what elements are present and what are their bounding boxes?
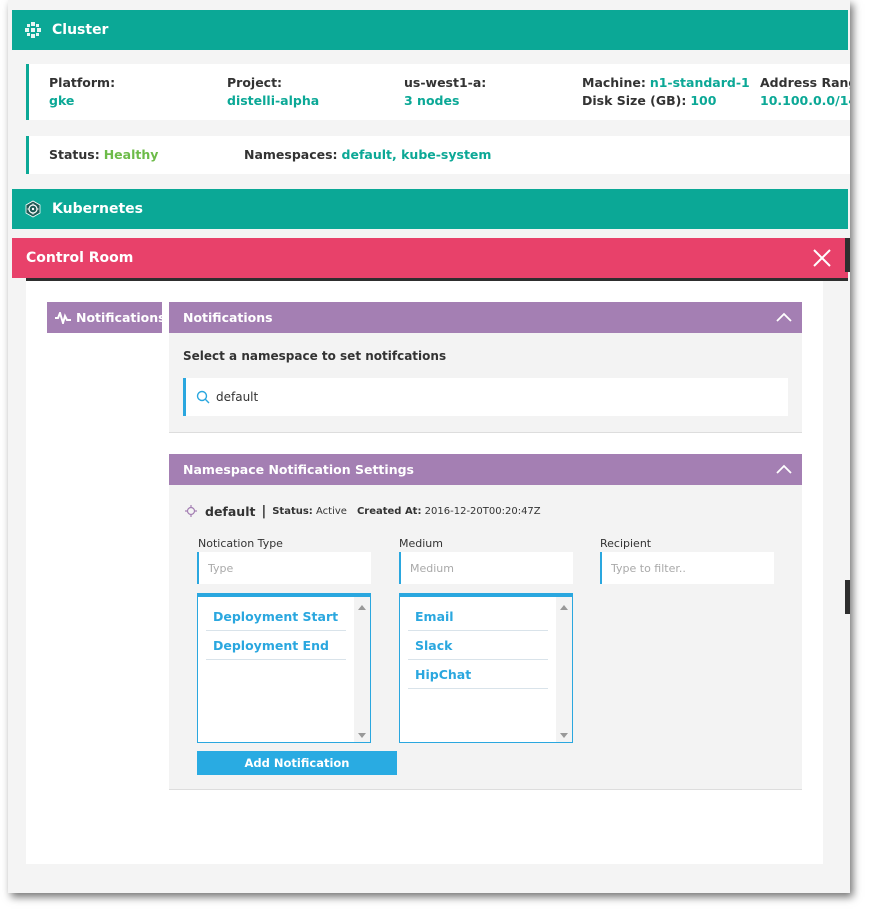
zone-label: us-west1-a:	[404, 75, 487, 90]
namespace-summary: default | Status: Active Created At: 201…	[185, 502, 541, 521]
search-icon	[196, 390, 210, 404]
notification-type-input[interactable]	[208, 561, 363, 575]
zone-field: us-west1-a: 3 nodes	[404, 74, 486, 110]
notification-type-label: Notication Type	[198, 537, 283, 550]
platform-field: Platform: gke	[49, 74, 115, 110]
crosshair-icon	[185, 502, 197, 521]
disk-label: Disk Size (GB):	[582, 93, 687, 108]
cluster-status-card: Status: Healthy Namespaces: default, kub…	[26, 136, 850, 174]
namespace-search[interactable]	[183, 378, 788, 416]
scroll-down-icon[interactable]	[560, 733, 568, 738]
medium-list[interactable]: Email Slack HipChat	[399, 593, 573, 743]
right-edge-handle	[845, 238, 850, 272]
medium-label: Medium	[399, 537, 443, 550]
notifications-panel-title: Notifications	[183, 310, 273, 325]
pulse-icon	[55, 311, 71, 324]
notification-type-filter[interactable]	[197, 552, 371, 584]
namespaces-value: default, kube-system	[341, 147, 492, 162]
platform-value: gke	[49, 93, 75, 108]
medium-filter[interactable]	[399, 552, 573, 584]
status-field: Status: Healthy	[49, 146, 158, 164]
zone-value: 3 nodes	[404, 93, 460, 108]
machine-label: Machine:	[582, 75, 646, 90]
namespace-settings-title: Namespace Notification Settings	[183, 462, 414, 477]
address-field: Address Range 10.100.0.0/14	[760, 74, 850, 110]
scroll-down-icon[interactable]	[358, 733, 366, 738]
scrollbar[interactable]	[556, 597, 572, 742]
namespace-settings-panel: Namespace Notification Settings default …	[169, 454, 802, 790]
address-value: 10.100.0.0/14	[760, 93, 850, 108]
notifications-panel: Notifications Select a namespace to set …	[169, 302, 802, 433]
scrollbar[interactable]	[354, 597, 370, 742]
machine-field: Machine: n1-standard-1 Disk Size (GB): 1…	[582, 74, 750, 110]
disk-value: 100	[690, 93, 717, 108]
scroll-up-icon[interactable]	[358, 605, 366, 610]
namespaces-field: Namespaces: default, kube-system	[244, 146, 491, 164]
cluster-title: Cluster	[52, 22, 109, 38]
namespace-search-input[interactable]	[216, 390, 776, 404]
kubernetes-title: Kubernetes	[52, 201, 143, 217]
list-item[interactable]: Deployment End	[206, 631, 346, 660]
sidebar-item-label: Notifications	[76, 310, 166, 325]
created-at-value: 2016-12-20T00:20:47Z	[424, 506, 541, 517]
namespace-name: default	[205, 504, 256, 519]
machine-value: n1-standard-1	[649, 75, 750, 90]
recipient-input[interactable]	[611, 561, 766, 575]
cluster-icon	[24, 21, 42, 39]
close-icon[interactable]	[812, 248, 832, 268]
control-room-header: Control Room	[12, 238, 848, 278]
right-edge-handle	[845, 580, 850, 614]
namespace-status-value: Active	[316, 506, 347, 517]
project-field: Project: distelli-alpha	[227, 74, 319, 110]
status-value: Healthy	[103, 147, 159, 162]
cluster-info-card: Platform: gke Project: distelli-alpha us…	[26, 64, 850, 120]
list-item[interactable]: Deployment Start	[206, 602, 346, 631]
medium-input[interactable]	[410, 561, 565, 575]
chevron-up-icon[interactable]	[776, 463, 792, 475]
kubernetes-helm-icon	[24, 200, 42, 218]
control-room-body: Notifications Notifications Select a nam…	[26, 281, 823, 864]
recipient-label: Recipient	[600, 537, 652, 550]
project-label: Project:	[227, 75, 283, 90]
namespace-status-label: Status:	[272, 506, 313, 517]
project-value: distelli-alpha	[227, 93, 320, 108]
control-room-title: Control Room	[26, 250, 134, 266]
cluster-header[interactable]: Cluster	[12, 10, 848, 50]
platform-label: Platform:	[49, 75, 116, 90]
created-at-label: Created At:	[356, 506, 422, 517]
add-notification-button[interactable]: Add Notification	[197, 751, 397, 775]
namespace-settings-header[interactable]: Namespace Notification Settings	[169, 454, 802, 485]
list-item[interactable]: Email	[408, 602, 548, 631]
notifications-panel-header[interactable]: Notifications	[169, 302, 802, 333]
sidebar-item-notifications[interactable]: Notifications	[47, 302, 166, 333]
namespace-separator: |	[261, 504, 267, 519]
scroll-up-icon[interactable]	[560, 605, 568, 610]
notification-type-list[interactable]: Deployment Start Deployment End	[197, 593, 371, 743]
status-label: Status:	[49, 147, 100, 162]
list-item[interactable]: Slack	[408, 631, 548, 660]
namespace-hint: Select a namespace to set notifcations	[183, 349, 447, 363]
app-window: Cluster Platform: gke Project: distelli-…	[8, 0, 850, 893]
list-item[interactable]: HipChat	[408, 660, 548, 689]
namespaces-label: Namespaces:	[244, 147, 338, 162]
kubernetes-header[interactable]: Kubernetes	[12, 189, 848, 229]
address-label: Address Range	[760, 75, 850, 90]
chevron-up-icon[interactable]	[776, 311, 792, 323]
recipient-filter[interactable]	[600, 552, 774, 584]
